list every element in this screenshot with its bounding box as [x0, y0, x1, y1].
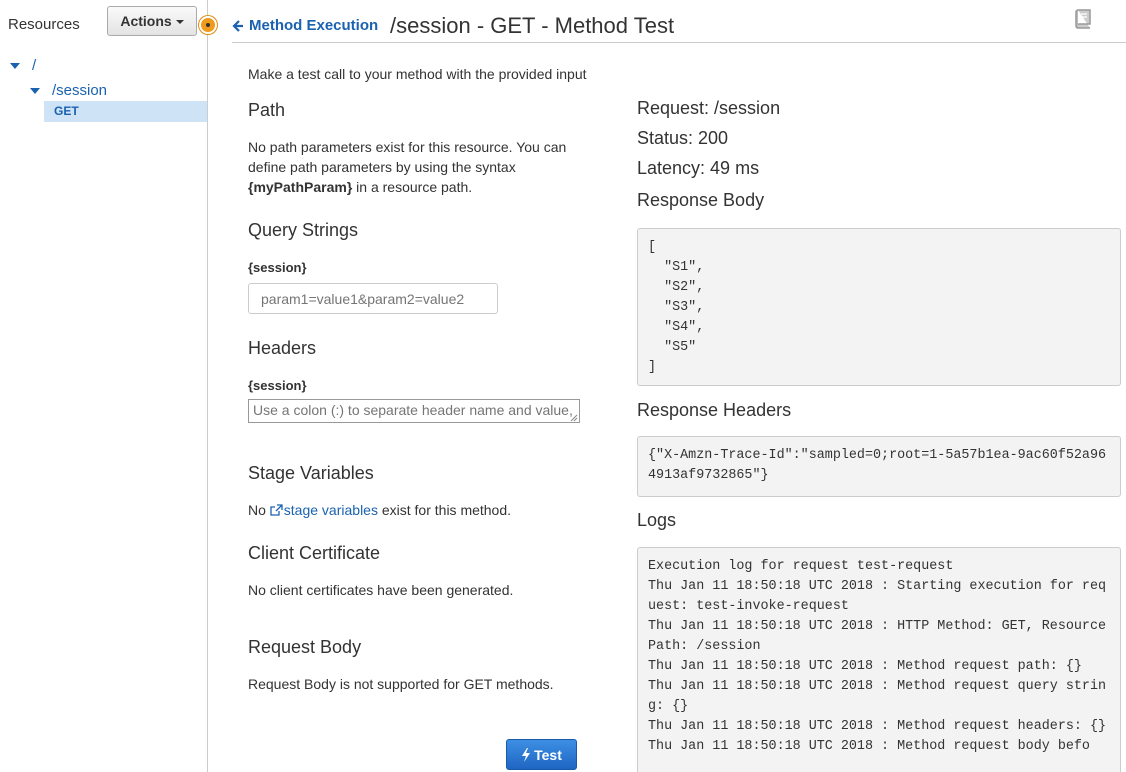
page-header: Method Execution /session - GET - Method…: [232, 9, 1126, 43]
resize-grip-icon[interactable]: [568, 412, 578, 422]
resources-sidebar: Resources Actions / /session GET: [0, 0, 208, 772]
result-latency: Latency: 49 ms: [637, 158, 760, 178]
path-line-1: No path parameters exist for this resour…: [248, 139, 567, 155]
path-line-2: define path parameters by using the synt…: [248, 159, 516, 175]
chevron-down-icon: [175, 20, 184, 24]
collapse-sidebar-handle[interactable]: [199, 16, 217, 34]
headers-textarea[interactable]: [248, 399, 580, 423]
tree-item-root[interactable]: /: [10, 57, 36, 74]
query-string-label: {session}: [248, 260, 307, 275]
response-body-box: [ "S1", "S2", "S3", "S4", "S5" ]: [637, 228, 1121, 386]
external-link-icon: [270, 504, 283, 516]
actions-dropdown-button[interactable]: Actions: [107, 6, 197, 36]
lightning-bolt-icon: [522, 747, 531, 762]
stage-variables-link[interactable]: stage variables: [270, 502, 378, 518]
test-button[interactable]: Test: [506, 739, 577, 770]
test-button-label: Test: [534, 746, 562, 763]
expand-triangle-icon[interactable]: [10, 62, 20, 69]
headers-label: {session}: [248, 378, 307, 393]
tree-item-session[interactable]: /session: [30, 82, 107, 99]
response-headers-heading: Response Headers: [637, 400, 792, 420]
query-string-input[interactable]: [248, 283, 498, 314]
stage-variables-heading: Stage Variables: [248, 463, 374, 483]
tree-item-root-label: /: [32, 57, 37, 74]
page-title: /session - GET - Method Test: [390, 13, 675, 38]
request-body-heading: Request Body: [248, 637, 362, 657]
path-line-3-rest: in a resource path.: [352, 179, 473, 195]
response-body-heading: Response Body: [637, 190, 765, 210]
logs-box[interactable]: Execution log for request test-request T…: [637, 547, 1121, 772]
client-certificate-text: No client certificates have been generat…: [248, 582, 514, 598]
dot-icon: [206, 23, 210, 27]
stage-variables-link-label: stage variables: [283, 502, 378, 518]
headers-heading: Headers: [248, 338, 317, 358]
arrow-left-icon: [232, 19, 243, 32]
tree-item-session-label: /session: [52, 82, 108, 99]
stage-variables-text: No stage variables exist for this method…: [248, 500, 511, 520]
logs-heading: Logs: [637, 510, 677, 530]
path-heading: Path: [248, 100, 286, 120]
result-request: Request: /session: [637, 98, 781, 118]
expand-triangle-icon[interactable]: [30, 87, 40, 94]
query-strings-heading: Query Strings: [248, 220, 359, 240]
path-line-3: {myPathParam} in a resource path.: [248, 177, 566, 197]
stage-variables-prefix: No: [248, 502, 270, 518]
result-status: Status: 200: [637, 128, 729, 148]
request-body-text: Request Body is not supported for GET me…: [248, 676, 554, 692]
actions-label: Actions: [120, 13, 172, 29]
resources-title: Resources: [8, 16, 80, 33]
path-description: No path parameters exist for this resour…: [248, 137, 566, 197]
back-to-method-execution-link[interactable]: Method Execution: [232, 17, 378, 34]
back-link-label: Method Execution: [249, 17, 379, 34]
response-headers-box: {"X-Amzn-Trace-Id":"sampled=0;root=1-5a5…: [637, 436, 1121, 497]
path-syntax: {myPathParam}: [248, 179, 353, 195]
tree-item-get-method[interactable]: GET: [44, 101, 207, 122]
stage-variables-suffix: exist for this method.: [377, 502, 512, 518]
book-icon[interactable]: [1074, 9, 1092, 29]
client-certificate-heading: Client Certificate: [248, 543, 381, 563]
intro-text: Make a test call to your method with the…: [248, 66, 587, 82]
